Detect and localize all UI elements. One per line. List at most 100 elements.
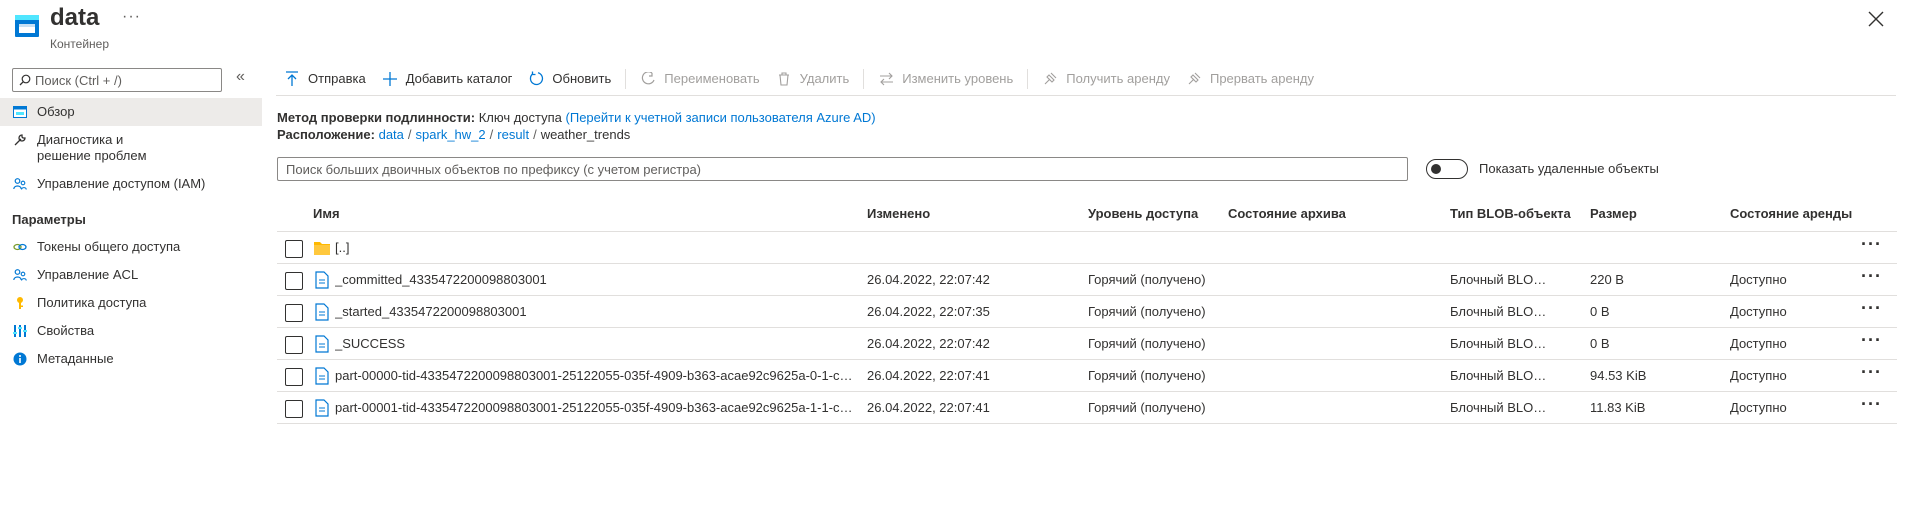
blob-size: 11.83 KiB bbox=[1590, 400, 1646, 415]
acquire-lease-button[interactable]: Получить аренду bbox=[1034, 64, 1178, 94]
nav-item-overview[interactable]: Обзор bbox=[0, 98, 262, 126]
nav-search-input[interactable] bbox=[35, 72, 215, 88]
nav-item-acl[interactable]: Управление ACL bbox=[0, 261, 262, 289]
prefix-search-box[interactable] bbox=[277, 157, 1408, 181]
file-icon bbox=[315, 303, 329, 321]
row-checkbox[interactable] bbox=[285, 368, 303, 386]
column-header-blob-type[interactable]: Тип BLOB-объекта bbox=[1450, 206, 1571, 221]
refresh-icon bbox=[528, 71, 544, 87]
wrench-icon bbox=[12, 132, 28, 148]
rename-button[interactable]: Переименовать bbox=[632, 64, 767, 94]
nav-section-settings: Параметры bbox=[12, 212, 86, 227]
blob-access-tier: Горячий (получено) bbox=[1088, 336, 1206, 351]
rename-icon bbox=[640, 71, 656, 87]
collapse-nav-button[interactable]: « bbox=[236, 68, 245, 86]
blob-name[interactable]: _committed_4335472200098803001 bbox=[335, 272, 547, 287]
breadcrumb-separator: / bbox=[489, 127, 494, 142]
refresh-button[interactable]: Обновить bbox=[520, 64, 619, 94]
table-row[interactable]: _committed_4335472200098803001 26.04.202… bbox=[277, 264, 1897, 296]
blob-lease-state: Доступно bbox=[1730, 368, 1787, 383]
toolbar-divider bbox=[863, 68, 865, 89]
show-deleted-label: Показать удаленные объекты bbox=[1479, 161, 1659, 176]
file-icon bbox=[315, 335, 329, 353]
table-row[interactable]: _SUCCESS 26.04.2022, 22:07:42 Горячий (п… bbox=[277, 328, 1897, 360]
rename-label: Переименовать bbox=[664, 71, 760, 86]
column-header-modified[interactable]: Изменено bbox=[867, 206, 930, 221]
row-more-button[interactable]: ··· bbox=[1861, 362, 1882, 383]
location-line: Расположение: data / spark_hw_2/result / wea… bbox=[277, 126, 876, 143]
upload-button[interactable]: Отправка bbox=[276, 64, 374, 94]
column-header-lease-state[interactable]: Состояние аренды bbox=[1730, 206, 1852, 221]
switch-to-azure-ad-link[interactable]: (Перейти к учетной записи пользователя A… bbox=[566, 110, 876, 125]
add-directory-button[interactable]: Добавить каталог bbox=[374, 64, 521, 94]
search-icon bbox=[19, 74, 31, 86]
change-tier-button[interactable]: Изменить уровень bbox=[870, 64, 1021, 94]
blob-size: 0 B bbox=[1590, 304, 1610, 319]
blob-size: 220 B bbox=[1590, 272, 1624, 287]
nav-item-label: Управление ACL bbox=[37, 267, 139, 282]
breadcrumb-data[interactable]: data bbox=[379, 127, 404, 142]
toggle-knob bbox=[1431, 164, 1441, 174]
row-checkbox[interactable] bbox=[285, 240, 303, 258]
blob-lease-state: Доступно bbox=[1730, 336, 1787, 351]
nav-search[interactable] bbox=[12, 68, 222, 92]
breadcrumb-separator: / bbox=[407, 127, 412, 142]
blob-type: Блочный BLOB-объект bbox=[1450, 272, 1554, 287]
location-label: Расположение: bbox=[277, 127, 375, 142]
row-more-button[interactable]: ··· bbox=[1861, 234, 1882, 255]
row-more-button[interactable]: ··· bbox=[1861, 394, 1882, 415]
auth-method-value: Ключ доступа bbox=[478, 110, 562, 125]
break-lease-icon bbox=[1186, 71, 1202, 87]
row-more-button[interactable]: ··· bbox=[1861, 298, 1882, 319]
nav-item-diagnose[interactable]: Диагностика и решение проблем bbox=[0, 126, 262, 170]
column-header-size[interactable]: Размер bbox=[1590, 206, 1637, 221]
nav-item-metadata[interactable]: Метаданные bbox=[0, 345, 262, 373]
column-header-archive-status[interactable]: Состояние архива bbox=[1228, 206, 1346, 221]
blob-name[interactable]: part-00001-tid-4335472200098803001-25122… bbox=[335, 400, 855, 415]
nav-item-properties[interactable]: Свойства bbox=[0, 317, 262, 345]
nav-item-label: Метаданные bbox=[37, 351, 114, 366]
column-header-access-tier[interactable]: Уровень доступа bbox=[1088, 206, 1198, 221]
blob-modified: 26.04.2022, 22:07:42 bbox=[867, 272, 990, 287]
nav-item-label: Политика доступа bbox=[37, 295, 147, 310]
table-row[interactable]: _started_4335472200098803001 26.04.2022,… bbox=[277, 296, 1897, 328]
key-icon bbox=[12, 295, 28, 311]
prefix-search-input[interactable] bbox=[278, 158, 1407, 180]
nav-item-sas-tokens[interactable]: Токены общего доступа bbox=[0, 233, 262, 261]
table-row[interactable]: part-00001-tid-4335472200098803001-25122… bbox=[277, 392, 1897, 424]
delete-button[interactable]: Удалить bbox=[768, 64, 858, 94]
table-row[interactable]: [..] ··· bbox=[277, 232, 1897, 264]
breadcrumb-spark-hw-2[interactable]: spark_hw_2 bbox=[416, 127, 486, 142]
swap-arrows-icon bbox=[878, 71, 894, 87]
table-row[interactable]: part-00000-tid-4335472200098803001-25122… bbox=[277, 360, 1897, 392]
nav-item-access-policy[interactable]: Политика доступа bbox=[0, 289, 262, 317]
row-checkbox[interactable] bbox=[285, 304, 303, 322]
row-checkbox[interactable] bbox=[285, 400, 303, 418]
blob-name[interactable]: part-00000-tid-4335472200098803001-25122… bbox=[335, 368, 855, 383]
blob-access-tier: Горячий (получено) bbox=[1088, 368, 1206, 383]
page-subtitle: Контейнер bbox=[50, 37, 110, 51]
nav-item-iam[interactable]: Управление доступом (IAM) bbox=[0, 170, 262, 198]
break-lease-label: Прервать аренду bbox=[1209, 71, 1315, 86]
break-lease-button[interactable]: Прервать аренду bbox=[1178, 64, 1322, 94]
row-checkbox[interactable] bbox=[285, 272, 303, 290]
column-header-name[interactable]: Имя bbox=[313, 206, 340, 221]
close-icon[interactable] bbox=[1867, 10, 1885, 28]
more-options-button[interactable]: ··· bbox=[122, 8, 141, 26]
show-deleted-toggle[interactable] bbox=[1426, 159, 1468, 179]
breadcrumb-result[interactable]: result bbox=[497, 127, 529, 142]
upload-label: Отправка bbox=[308, 71, 366, 86]
blob-modified: 26.04.2022, 22:07:42 bbox=[867, 336, 990, 351]
row-checkbox[interactable] bbox=[285, 336, 303, 354]
row-more-button[interactable]: ··· bbox=[1861, 330, 1882, 351]
blob-name[interactable]: _SUCCESS bbox=[335, 336, 405, 351]
add-directory-label: Добавить каталог bbox=[405, 71, 513, 86]
nav-item-label: Обзор bbox=[37, 104, 75, 119]
container-icon bbox=[15, 15, 39, 37]
people-icon bbox=[12, 176, 28, 192]
nav-item-label: Диагностика и решение проблем bbox=[37, 132, 147, 163]
blob-name[interactable]: [..] bbox=[335, 240, 349, 255]
blob-name[interactable]: _started_4335472200098803001 bbox=[335, 304, 527, 319]
people-icon bbox=[12, 267, 28, 283]
row-more-button[interactable]: ··· bbox=[1861, 266, 1882, 287]
